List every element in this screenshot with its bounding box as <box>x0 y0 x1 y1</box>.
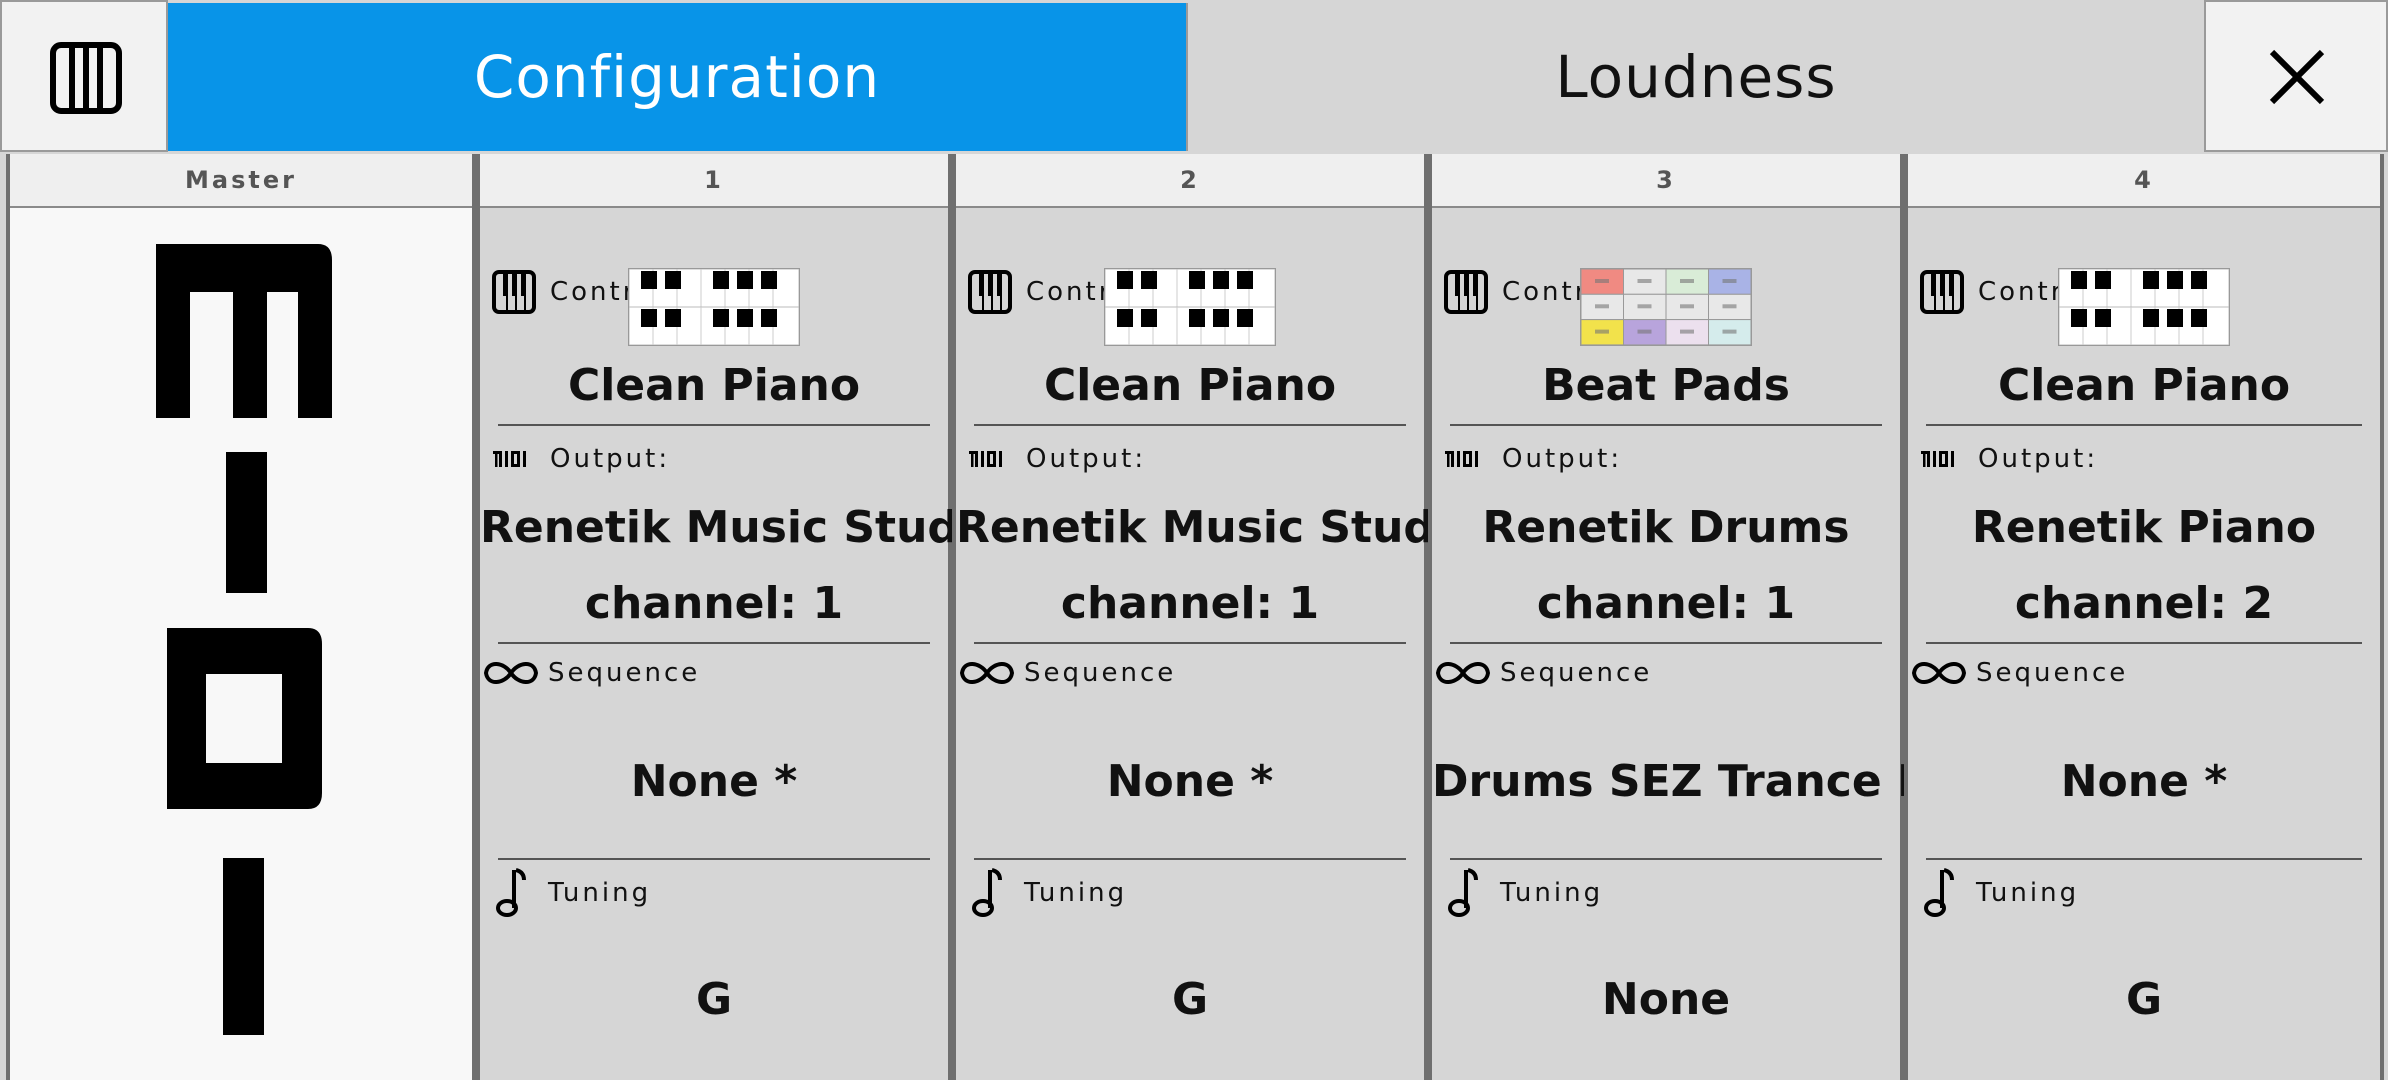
sequence-value[interactable]: None * <box>480 756 948 807</box>
loop-icon <box>958 658 1016 688</box>
master-strip: Master <box>6 154 476 1080</box>
controller-preview-image[interactable] <box>1104 268 1276 346</box>
output-channel[interactable]: channel: 2 <box>1908 578 2380 629</box>
tab-configuration[interactable]: Configuration <box>168 3 1186 151</box>
sequence-label-text: Sequence <box>1500 658 1653 688</box>
output-label: Output: <box>492 444 670 474</box>
channel-header: 2 <box>956 154 1424 208</box>
output-device[interactable]: Renetik Music Studio <box>480 502 1004 553</box>
channel-strip-1: 1ControllerClean PianoOutput:Renetik Mus… <box>476 154 1004 1080</box>
tuning-label: Tuning <box>1922 868 2079 918</box>
controller-preview-image[interactable] <box>628 268 800 346</box>
divider <box>974 858 1406 860</box>
output-label-text: Output: <box>1502 444 1623 474</box>
divider <box>498 858 930 860</box>
loop-icon <box>1434 658 1492 688</box>
divider <box>1450 858 1882 860</box>
keyboard-menu-button[interactable] <box>0 0 168 152</box>
output-label-text: Output: <box>1978 444 2099 474</box>
tuning-label: Tuning <box>1446 868 1603 918</box>
master-header: Master <box>10 154 472 208</box>
piano-keys-icon <box>50 42 122 114</box>
sequence-label-text: Sequence <box>1976 658 2129 688</box>
sequence-value[interactable]: Drums SEZ Trance I * <box>1432 756 1952 807</box>
sequence-label-text: Sequence <box>548 658 701 688</box>
midi-icon <box>1920 449 1964 469</box>
tuning-label: Tuning <box>970 868 1127 918</box>
piano-keys-icon <box>1444 270 1488 314</box>
sequence-label-text: Sequence <box>1024 658 1177 688</box>
tuning-label-text: Tuning <box>548 878 652 908</box>
output-label: Output: <box>968 444 1146 474</box>
output-label: Output: <box>1444 444 1622 474</box>
output-label-text: Output: <box>1026 444 1147 474</box>
music-note-icon <box>494 868 528 918</box>
tuning-value[interactable]: G <box>956 974 1424 1025</box>
music-note-icon <box>1446 868 1480 918</box>
tuning-label-text: Tuning <box>1024 878 1128 908</box>
divider <box>498 642 930 644</box>
channel-header: 3 <box>1432 154 1900 208</box>
piano-keys-icon <box>1920 270 1964 314</box>
output-device[interactable]: Renetik Music Studio <box>956 502 1480 553</box>
divider <box>1926 424 2362 426</box>
tuning-label-text: Tuning <box>1976 878 2080 908</box>
output-device[interactable]: Renetik Drums <box>1432 502 1900 553</box>
channel-header: 1 <box>480 154 948 208</box>
channel-strip-2: 2ControllerClean PianoOutput:Renetik Mus… <box>952 154 1480 1080</box>
divider <box>974 642 1406 644</box>
controller-name[interactable]: Beat Pads <box>1432 360 1900 411</box>
controller-preview-image[interactable] <box>1580 268 1752 346</box>
channel-strip-3: 3ControllerBeat PadsOutput:Renetik Drums… <box>1428 154 1952 1080</box>
divider <box>498 424 930 426</box>
controller-preview-image[interactable] <box>2058 268 2230 346</box>
sequence-value[interactable]: None * <box>1908 756 2380 807</box>
output-label: Output: <box>1920 444 2098 474</box>
channel-header: 4 <box>1908 154 2380 208</box>
master-panel[interactable] <box>10 208 472 1080</box>
midi-icon <box>1444 449 1488 469</box>
tuning-value[interactable]: G <box>480 974 948 1025</box>
piano-keys-icon <box>492 270 536 314</box>
midi-logo <box>156 244 332 1035</box>
tuning-value[interactable]: G <box>1908 974 2380 1025</box>
sequence-value[interactable]: None * <box>956 756 1424 807</box>
loop-icon <box>482 658 540 688</box>
divider <box>1926 858 2362 860</box>
output-channel[interactable]: channel: 1 <box>480 578 948 629</box>
sequence-label: Sequence <box>482 658 700 688</box>
tab-loudness[interactable]: Loudness <box>1186 3 2204 151</box>
sequence-label: Sequence <box>1910 658 2128 688</box>
midi-icon <box>492 449 536 469</box>
divider <box>1450 642 1882 644</box>
tuning-label-text: Tuning <box>1500 878 1604 908</box>
channel-strip-4: 4 Controller Clean Piano Output: Renetik Pia… <box>1904 154 2384 1080</box>
output-device[interactable]: Renetik Piano <box>1908 502 2380 553</box>
midi-icon <box>968 449 1012 469</box>
music-note-icon <box>970 868 1004 918</box>
close-icon <box>2269 49 2325 105</box>
controller-name[interactable]: Clean Piano <box>480 360 948 411</box>
close-button[interactable] <box>2204 0 2388 152</box>
output-channel[interactable]: channel: 1 <box>956 578 1424 629</box>
divider <box>1450 424 1882 426</box>
loop-icon <box>1910 658 1968 688</box>
piano-keys-icon <box>968 270 1012 314</box>
output-label-text: Output: <box>550 444 671 474</box>
top-bar: Configuration Loudness <box>0 0 2388 154</box>
tuning-label: Tuning <box>494 868 651 918</box>
music-note-icon <box>1922 868 1956 918</box>
controller-name[interactable]: Clean Piano <box>956 360 1424 411</box>
controller-name[interactable]: Clean Piano <box>1908 360 2380 411</box>
divider <box>974 424 1406 426</box>
sequence-label: Sequence <box>1434 658 1652 688</box>
output-channel[interactable]: channel: 1 <box>1432 578 1900 629</box>
divider <box>1926 642 2362 644</box>
sequence-label: Sequence <box>958 658 1176 688</box>
tuning-value[interactable]: None <box>1432 974 1900 1025</box>
